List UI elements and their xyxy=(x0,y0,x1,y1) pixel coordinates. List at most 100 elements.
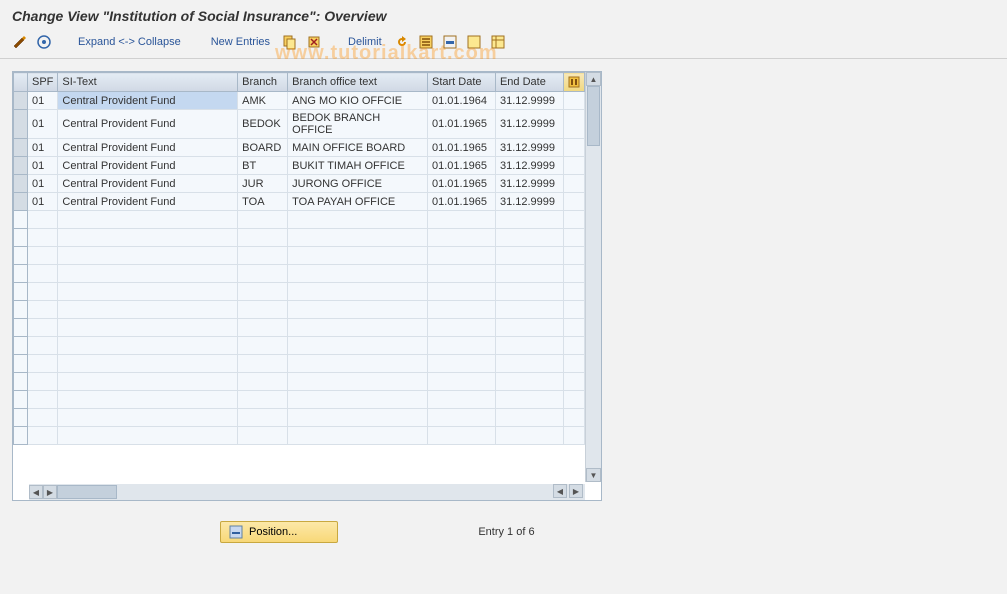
cell-end[interactable] xyxy=(495,211,563,229)
row-selector[interactable] xyxy=(14,427,28,445)
row-selector-header[interactable] xyxy=(14,73,28,92)
select-all-icon[interactable] xyxy=(418,34,434,50)
cell-spf[interactable] xyxy=(27,373,57,391)
column-header-end[interactable]: End Date xyxy=(495,73,563,92)
position-button[interactable]: Position... xyxy=(220,521,338,543)
copy-as-icon[interactable] xyxy=(282,34,298,50)
cell-branch[interactable] xyxy=(238,355,288,373)
row-selector[interactable] xyxy=(14,193,28,211)
cell-end[interactable] xyxy=(495,229,563,247)
cell-branch[interactable] xyxy=(238,229,288,247)
delimit-button[interactable]: Delimit xyxy=(344,34,386,50)
cell-botext[interactable]: BEDOK BRANCH OFFICE xyxy=(288,110,428,139)
cell-sitext[interactable] xyxy=(58,229,238,247)
cell-botext[interactable] xyxy=(288,265,428,283)
cell-sitext[interactable] xyxy=(58,301,238,319)
cell-end[interactable] xyxy=(495,391,563,409)
cell-botext[interactable] xyxy=(288,355,428,373)
cell-start[interactable]: 01.01.1965 xyxy=(427,193,495,211)
column-header-start[interactable]: Start Date xyxy=(427,73,495,92)
row-selector[interactable] xyxy=(14,283,28,301)
cell-spf[interactable]: 01 xyxy=(27,193,57,211)
cell-botext[interactable] xyxy=(288,211,428,229)
cell-spf[interactable] xyxy=(27,427,57,445)
cell-spf[interactable] xyxy=(27,247,57,265)
cell-botext[interactable] xyxy=(288,391,428,409)
undo-change-icon[interactable] xyxy=(394,34,410,50)
expand-collapse-button[interactable]: Expand <-> Collapse xyxy=(74,34,185,50)
cell-sitext[interactable]: Central Provident Fund xyxy=(58,92,238,110)
cell-sitext[interactable]: Central Provident Fund xyxy=(58,139,238,157)
cell-spf[interactable]: 01 xyxy=(27,139,57,157)
cell-branch[interactable]: BT xyxy=(238,157,288,175)
cell-botext[interactable]: JURONG OFFICE xyxy=(288,175,428,193)
cell-spf[interactable] xyxy=(27,301,57,319)
row-selector[interactable] xyxy=(14,229,28,247)
cell-start[interactable] xyxy=(427,247,495,265)
cell-branch[interactable] xyxy=(238,283,288,301)
row-selector[interactable] xyxy=(14,211,28,229)
cell-start[interactable]: 01.01.1965 xyxy=(427,175,495,193)
scroll-thumb-vertical[interactable] xyxy=(587,86,600,146)
cell-start[interactable]: 01.01.1965 xyxy=(427,110,495,139)
cell-spf[interactable]: 01 xyxy=(27,110,57,139)
scroll-left-end-icon[interactable]: ◀ xyxy=(553,484,567,498)
horizontal-scrollbar[interactable]: ◀ ▶ xyxy=(29,484,585,500)
row-selector[interactable] xyxy=(14,265,28,283)
row-selector[interactable] xyxy=(14,301,28,319)
cell-branch[interactable]: JUR xyxy=(238,175,288,193)
cell-spf[interactable]: 01 xyxy=(27,157,57,175)
cell-start[interactable] xyxy=(427,355,495,373)
cell-start[interactable] xyxy=(427,409,495,427)
row-selector[interactable] xyxy=(14,337,28,355)
scroll-thumb-horizontal[interactable] xyxy=(57,485,117,499)
cell-start[interactable] xyxy=(427,265,495,283)
cell-sitext[interactable] xyxy=(58,211,238,229)
row-selector[interactable] xyxy=(14,373,28,391)
cell-end[interactable]: 31.12.9999 xyxy=(495,110,563,139)
scroll-right-step-icon[interactable]: ▶ xyxy=(43,485,57,499)
cell-botext[interactable] xyxy=(288,427,428,445)
cell-branch[interactable] xyxy=(238,247,288,265)
cell-sitext[interactable] xyxy=(58,319,238,337)
cell-botext[interactable] xyxy=(288,409,428,427)
column-header-branch[interactable]: Branch xyxy=(238,73,288,92)
cell-start[interactable] xyxy=(427,427,495,445)
cell-spf[interactable] xyxy=(27,337,57,355)
cell-sitext[interactable] xyxy=(58,373,238,391)
row-selector[interactable] xyxy=(14,391,28,409)
cell-end[interactable] xyxy=(495,409,563,427)
cell-botext[interactable]: ANG MO KIO OFFCIE xyxy=(288,92,428,110)
cell-end[interactable] xyxy=(495,337,563,355)
cell-sitext[interactable] xyxy=(58,265,238,283)
cell-sitext[interactable] xyxy=(58,427,238,445)
cell-end[interactable] xyxy=(495,283,563,301)
cell-spf[interactable] xyxy=(27,409,57,427)
cell-start[interactable] xyxy=(427,283,495,301)
column-header-sitext[interactable]: SI-Text xyxy=(58,73,238,92)
cell-branch[interactable] xyxy=(238,265,288,283)
cell-end[interactable]: 31.12.9999 xyxy=(495,193,563,211)
cell-sitext[interactable] xyxy=(58,355,238,373)
cell-spf[interactable] xyxy=(27,355,57,373)
column-header-botext[interactable]: Branch office text xyxy=(288,73,428,92)
row-selector[interactable] xyxy=(14,409,28,427)
delete-icon[interactable] xyxy=(306,34,322,50)
cell-spf[interactable] xyxy=(27,391,57,409)
cell-branch[interactable]: BEDOK xyxy=(238,110,288,139)
cell-sitext[interactable]: Central Provident Fund xyxy=(58,175,238,193)
scroll-track-horizontal[interactable] xyxy=(57,485,585,499)
cell-spf[interactable] xyxy=(27,319,57,337)
cell-end[interactable] xyxy=(495,319,563,337)
cell-branch[interactable] xyxy=(238,301,288,319)
select-block-icon[interactable] xyxy=(442,34,458,50)
cell-start[interactable] xyxy=(427,319,495,337)
cell-branch[interactable]: TOA xyxy=(238,193,288,211)
cell-sitext[interactable]: Central Provident Fund xyxy=(58,193,238,211)
cell-end[interactable] xyxy=(495,355,563,373)
row-selector[interactable] xyxy=(14,92,28,110)
cell-spf[interactable]: 01 xyxy=(27,175,57,193)
cell-end[interactable] xyxy=(495,301,563,319)
table-settings-icon[interactable] xyxy=(490,34,506,50)
cell-sitext[interactable] xyxy=(58,391,238,409)
